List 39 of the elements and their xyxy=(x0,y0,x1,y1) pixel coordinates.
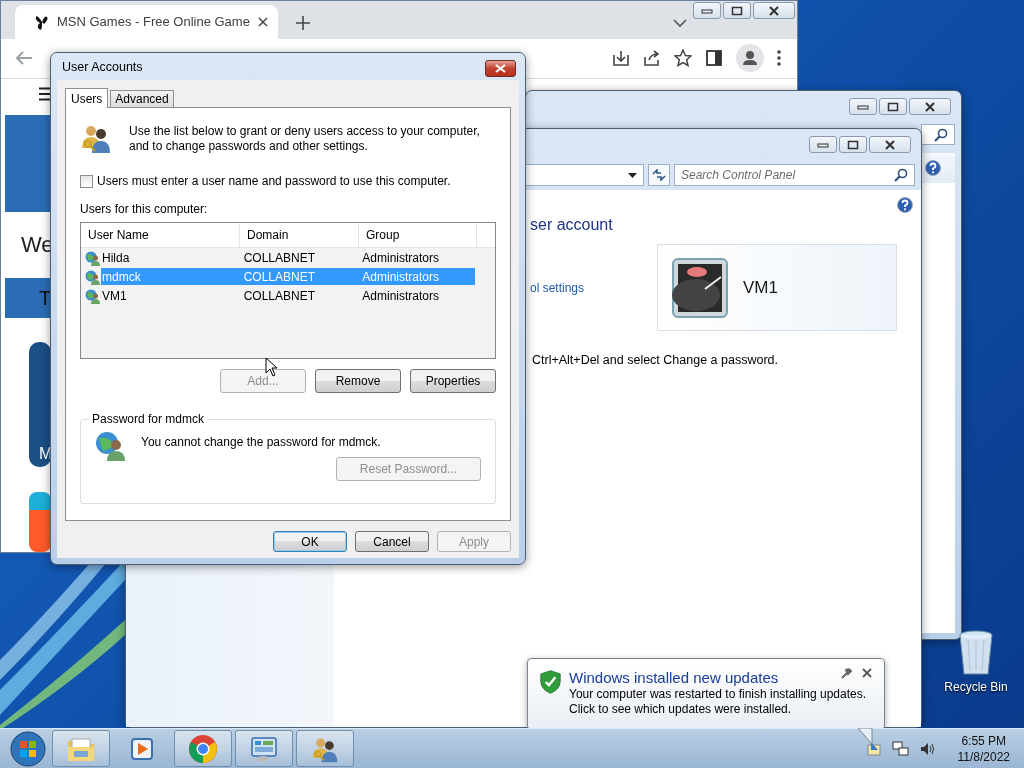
table-cell-text: Administrators xyxy=(362,250,440,265)
checkbox-label[interactable]: Users must enter a user name and password to use this computer. xyxy=(97,174,451,188)
search-field[interactable]: Search Control Panel xyxy=(674,164,915,186)
column-header[interactable]: User Name xyxy=(81,223,240,247)
tab[interactable]: Advanced xyxy=(110,90,174,107)
settings-link[interactable]: ol settings xyxy=(530,281,613,295)
table-cell-text: Hilda xyxy=(101,250,131,265)
browser-tab[interactable]: MSN Games - Free Online Game xyxy=(15,4,278,39)
table-cell-text: mdmck xyxy=(101,269,142,284)
column-header[interactable]: Domain xyxy=(240,223,359,247)
account-name: VM1 xyxy=(743,277,778,298)
table-cell-text: Administrators xyxy=(362,288,440,303)
user-row[interactable]: Hilda COLLABNET Administrators xyxy=(101,249,475,266)
list-button[interactable]: Remove xyxy=(315,369,401,393)
clock-time[interactable]: 6:55 PM xyxy=(961,732,1007,749)
table-cell-text: COLLABNET xyxy=(243,288,316,303)
tab[interactable]: Users xyxy=(65,88,109,108)
dialog-button[interactable]: OK xyxy=(273,531,347,552)
list-label: Users for this computer: xyxy=(80,202,209,216)
group-title: Password for mdmck xyxy=(91,412,206,426)
intro-text: Use the list below to grant or deny users access to your computer, and to change passwords and other settings. xyxy=(129,124,481,154)
desktop-icon-label[interactable]: Recycle Bin xyxy=(944,680,1008,694)
password-message: You cannot change the password for mdmck. xyxy=(141,435,381,449)
clock-date[interactable]: 11/8/2022 xyxy=(957,748,1010,765)
list-button[interactable]: Properties xyxy=(410,369,496,393)
dialog-button[interactable]: Cancel xyxy=(355,531,429,552)
notification-message: Your computer was restarted to finish installing updates. Click to see which updates were installed. xyxy=(569,687,868,717)
table-cell-text: COLLABNET xyxy=(243,269,316,284)
table-cell-text: VM1 xyxy=(101,288,128,303)
column-header[interactable]: Group xyxy=(359,223,477,247)
notification-balloon[interactable]: Windows installed new updates Your computer was restarted to finish installing updates. Click to see which updates were installed. xyxy=(527,658,885,730)
page-heading: ser account xyxy=(530,216,613,234)
window-title: User Accounts xyxy=(62,59,143,74)
user-row[interactable]: VM1 COLLABNET Administrators xyxy=(101,287,475,304)
page-band: T xyxy=(5,278,51,318)
table-cell-text: Administrators xyxy=(362,269,440,284)
table-cell-text: COLLABNET xyxy=(243,250,316,265)
instruction-text: Ctrl+Alt+Del and select Change a password. xyxy=(532,353,779,367)
notification-title: Windows installed new updates xyxy=(569,669,779,686)
